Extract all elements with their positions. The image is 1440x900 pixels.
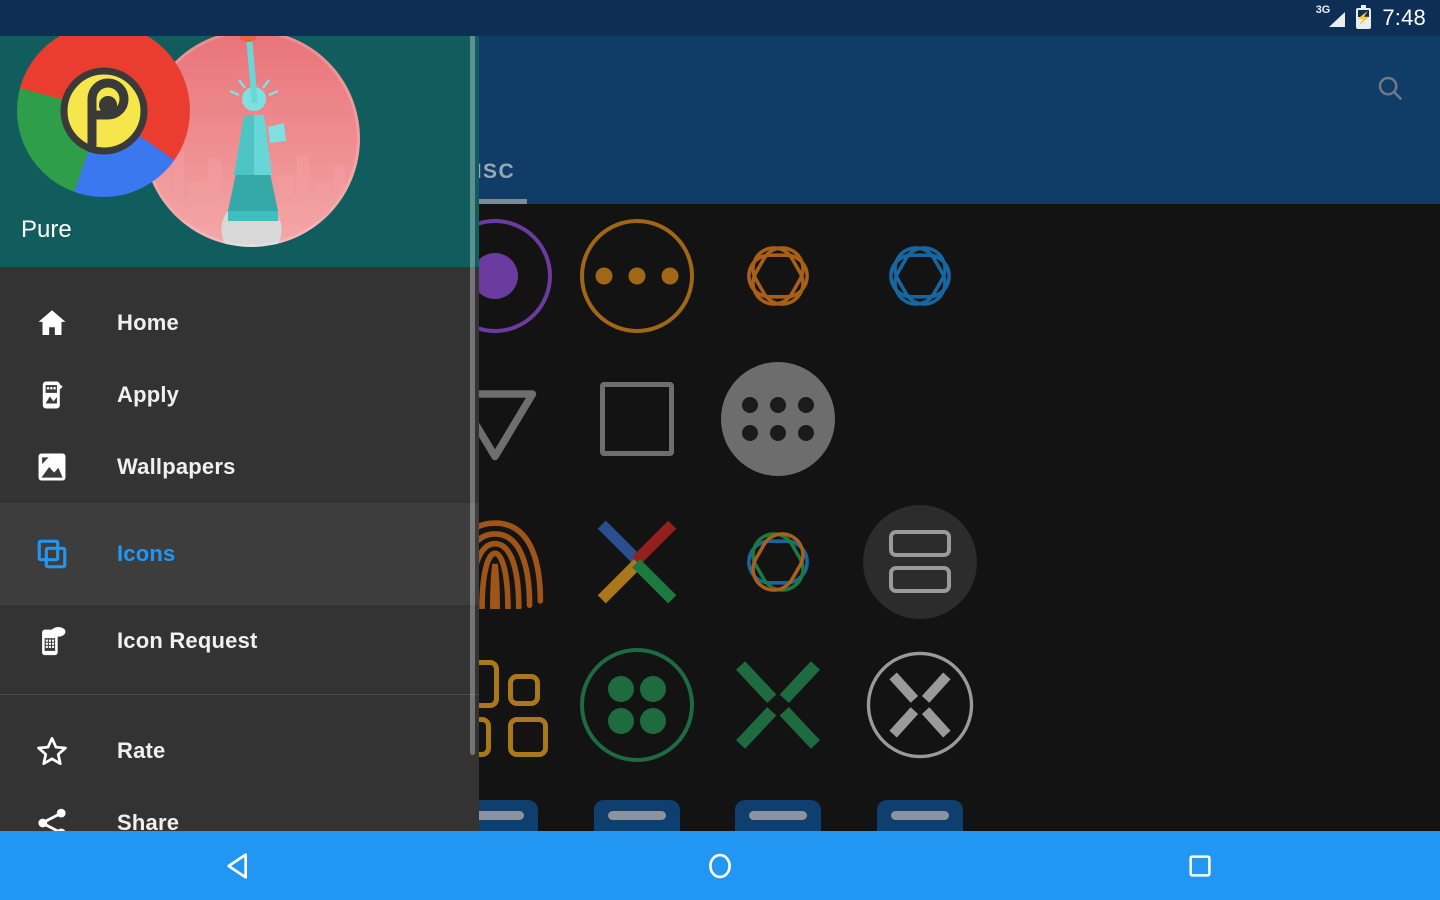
- network-type-label: 3G: [1315, 4, 1331, 16]
- nav-home-button[interactable]: [480, 831, 960, 900]
- drawer-header: Pure: [0, 0, 479, 267]
- sidebar-item-label: Rate: [117, 738, 166, 763]
- sidebar-item-label: Wallpapers: [117, 454, 236, 479]
- sidebar-item-label: Apply: [117, 382, 180, 407]
- search-icon[interactable]: [1366, 64, 1414, 112]
- status-bar-indicators: 3G ⚡ 7:48: [1316, 0, 1426, 36]
- statue-figure: [227, 30, 286, 221]
- atom-flower-orange-icon[interactable]: [708, 204, 850, 347]
- sidebar-item-share[interactable]: Share: [0, 787, 479, 831]
- android-navigation-bar: [0, 831, 1440, 900]
- icon-request-icon: [31, 620, 73, 662]
- battery-charging-icon: ⚡: [1356, 4, 1372, 29]
- sidebar-item-label: Share: [117, 810, 180, 831]
- sidebar-item-label: Icon Request: [117, 628, 258, 653]
- sidebar-item-icon-request[interactable]: Icon Request: [0, 605, 479, 677]
- empty-cell: [849, 347, 991, 490]
- app-drawer-grey-icon[interactable]: [708, 347, 850, 490]
- sidebar-item-apply[interactable]: Apply: [0, 359, 479, 431]
- navigation-drawer: Pure Home Apply Wallpapers Icons Icon Re…: [0, 0, 479, 831]
- nav-recents-button[interactable]: [960, 831, 1440, 900]
- x-cross-green-icon[interactable]: [708, 633, 850, 776]
- recents-square-icon[interactable]: [566, 347, 708, 490]
- drawer-app-name: Pure: [21, 216, 72, 243]
- drawer-scrollbar[interactable]: [470, 8, 475, 755]
- icons-layers-icon: [31, 533, 73, 575]
- sidebar-item-label: Home: [117, 310, 179, 335]
- app-screen: M MISC 3G ⚡ 7:48: [0, 0, 1440, 900]
- sidebar-item-icons[interactable]: Icons: [0, 503, 479, 605]
- atom-flower-blue-icon[interactable]: [849, 204, 991, 347]
- star-icon: [31, 730, 73, 772]
- sidebar-item-home[interactable]: Home: [0, 287, 479, 359]
- three-dots-ring-orange-icon[interactable]: [566, 204, 708, 347]
- share-icon: [31, 802, 73, 831]
- drawer-divider: [0, 694, 479, 695]
- stacked-bars-circle-icon[interactable]: [849, 490, 991, 633]
- clock-label: 7:48: [1382, 5, 1426, 30]
- x-cross-ring-grey-icon[interactable]: [849, 633, 991, 776]
- sidebar-item-label: Icons: [117, 541, 176, 566]
- nexus-x-multicolor-icon[interactable]: [566, 490, 708, 633]
- phone-icon[interactable]: [566, 785, 708, 831]
- wallpapers-icon: [31, 446, 73, 488]
- sidebar-item-wallpapers[interactable]: Wallpapers: [0, 431, 479, 503]
- drawer-item-list: Home Apply Wallpapers Icons Icon Request…: [0, 287, 479, 831]
- phone-icon[interactable]: [708, 785, 850, 831]
- status-bar: 3G ⚡ 7:48: [0, 0, 1440, 36]
- flower-multicolor-icon[interactable]: [708, 490, 850, 633]
- signal-3g-icon: 3G: [1316, 4, 1346, 28]
- pure-app-logo: [17, 24, 190, 197]
- phone-icon[interactable]: [849, 785, 991, 831]
- nav-back-button[interactable]: [0, 831, 480, 900]
- home-icon: [31, 302, 73, 344]
- apply-icon: [31, 374, 73, 416]
- four-dots-ring-green-icon[interactable]: [566, 633, 708, 776]
- sidebar-item-rate[interactable]: Rate: [0, 715, 479, 787]
